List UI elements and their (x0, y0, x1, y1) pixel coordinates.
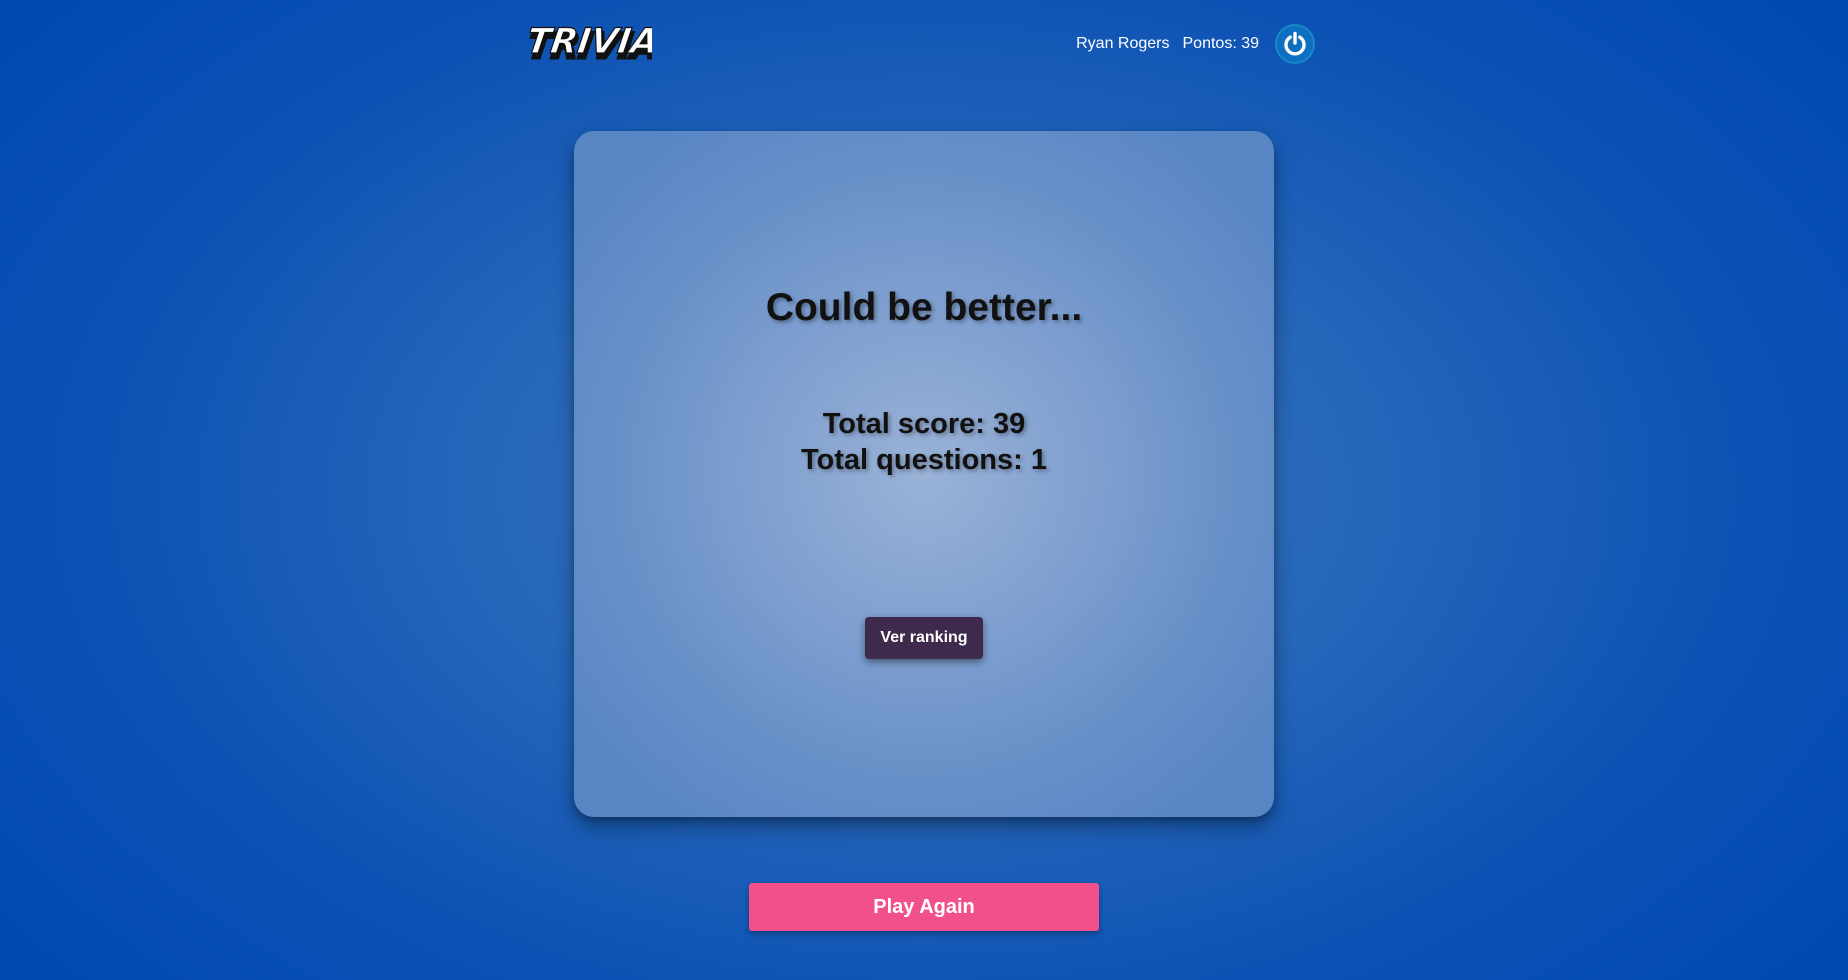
player-score: Pontos: 39 (1182, 35, 1260, 52)
play-again-button[interactable]: Play Again (749, 883, 1099, 931)
feedback-card: Could be better... Total score: 39 Total… (574, 131, 1274, 817)
total-questions: Total questions: 1 (801, 444, 1047, 476)
player-name: Ryan Rogers (1076, 35, 1170, 52)
svg-text:TRIVIA: TRIVIA (528, 21, 652, 62)
total-score: Total score: 39 (822, 408, 1026, 440)
feedback-stats: Total score: 39 Total questions: 1 (574, 406, 1274, 478)
feedback-message: Could be better... (765, 286, 1083, 329)
ranking-button[interactable]: Ver ranking (865, 617, 983, 659)
trivia-logo: TRIVIA TRIVIA (524, 20, 664, 70)
player-header: Ryan Rogers Pontos: 39 (1076, 22, 1315, 66)
power-icon (1284, 31, 1306, 56)
avatar (1275, 24, 1315, 64)
